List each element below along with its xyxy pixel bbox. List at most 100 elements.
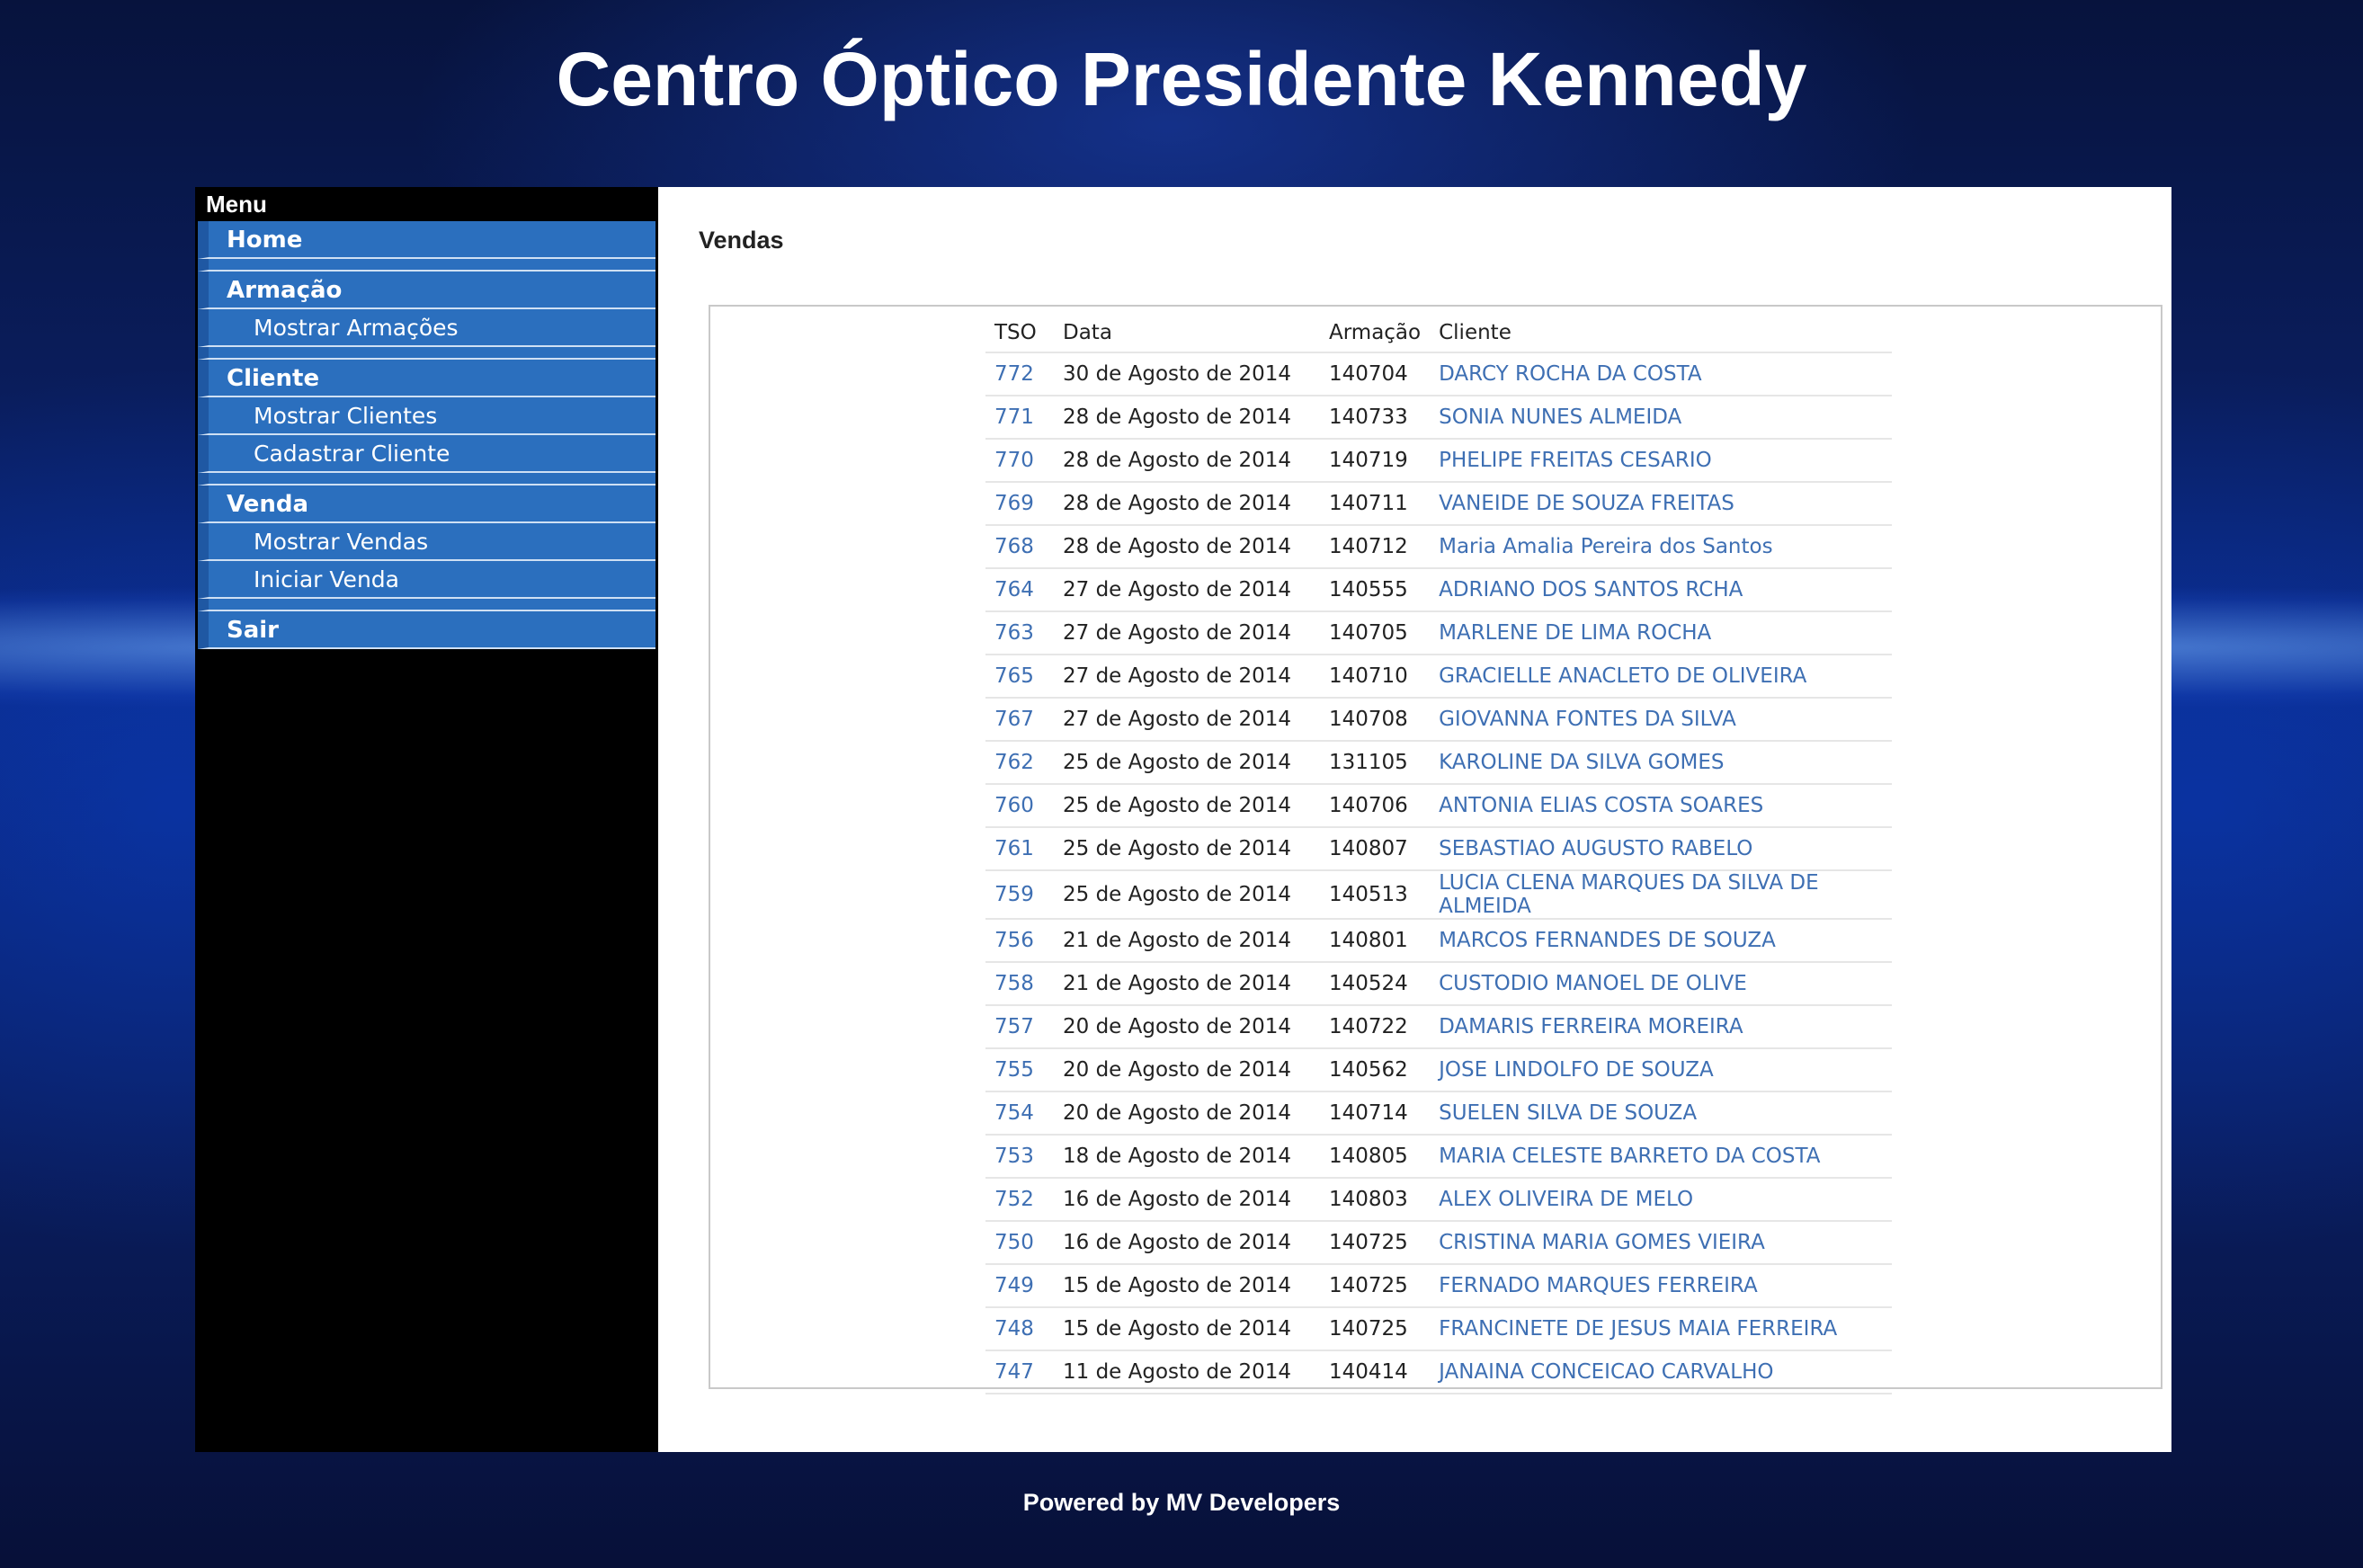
menu-item-iniciar-venda[interactable]: Iniciar Venda [198, 561, 655, 599]
tso-link[interactable]: 764 [994, 578, 1034, 601]
cliente-link[interactable]: MARIA CELESTE BARRETO DA COSTA [1439, 1145, 1820, 1168]
table-row: 764 27 de Agosto de 2014 140555 ADRIANO DOS… [985, 568, 1893, 612]
table-row: 748 15 de Agosto de 2014 140725 FRANCINETE … [985, 1307, 1893, 1351]
tso-link[interactable]: 759 [994, 883, 1034, 906]
tso-link[interactable]: 755 [994, 1058, 1034, 1082]
cell-data: 28 de Agosto de 2014 [1054, 439, 1320, 483]
cell-tso: 760 [985, 784, 1054, 828]
cliente-link[interactable]: MARCOS FERNANDES DE SOUZA [1439, 929, 1776, 952]
tso-link[interactable]: 754 [994, 1101, 1034, 1125]
column-header-armacao: Armação [1320, 314, 1431, 353]
menu-item-cliente[interactable]: Cliente [198, 360, 655, 397]
page-title: Vendas [699, 227, 784, 254]
table-row: 749 15 de Agosto de 2014 140725 FERNADO MAR… [985, 1264, 1893, 1308]
cell-cliente: Maria Amalia Pereira dos Santos [1430, 525, 1893, 569]
cliente-link[interactable]: Maria Amalia Pereira dos Santos [1439, 535, 1772, 558]
cliente-link[interactable]: FRANCINETE DE JESUS MAIA FERREIRA [1439, 1317, 1837, 1341]
tso-link[interactable]: 748 [994, 1317, 1034, 1341]
cell-tso: 750 [985, 1221, 1054, 1265]
cliente-link[interactable]: ALEX OLIVEIRA DE MELO [1439, 1188, 1693, 1211]
tso-link[interactable]: 757 [994, 1015, 1034, 1038]
cliente-link[interactable]: CUSTODIO MANOEL DE OLIVE [1439, 972, 1747, 995]
table-row: 770 28 de Agosto de 2014 140719 PHELIPE FRE… [985, 439, 1893, 483]
cell-cliente: CUSTODIO MANOEL DE OLIVE [1430, 962, 1893, 1006]
cell-data: 18 de Agosto de 2014 [1054, 1135, 1320, 1179]
tso-link[interactable]: 771 [994, 405, 1034, 429]
cell-tso: 767 [985, 698, 1054, 742]
cliente-link[interactable]: GIOVANNA FONTES DA SILVA [1439, 708, 1736, 731]
cliente-link[interactable]: SUELEN SILVA DE SOUZA [1439, 1101, 1697, 1125]
tso-link[interactable]: 758 [994, 972, 1034, 995]
tso-link[interactable]: 765 [994, 664, 1034, 688]
cell-data: 15 de Agosto de 2014 [1054, 1264, 1320, 1308]
tso-link[interactable]: 747 [994, 1360, 1034, 1384]
cell-tso: 759 [985, 870, 1054, 920]
menu-divider [198, 347, 655, 360]
menu-item-home[interactable]: Home [198, 221, 655, 259]
menu-item-armacao[interactable]: Armação [198, 272, 655, 309]
cell-cliente: ALEX OLIVEIRA DE MELO [1430, 1178, 1893, 1222]
cell-tso: 747 [985, 1350, 1054, 1394]
tso-link[interactable]: 762 [994, 751, 1034, 774]
cell-armacao: 140704 [1320, 352, 1431, 396]
menu-item-mostrar-vendas[interactable]: Mostrar Vendas [198, 523, 655, 561]
tso-link[interactable]: 763 [994, 621, 1034, 645]
cell-data: 20 de Agosto de 2014 [1054, 1005, 1320, 1049]
cliente-link[interactable]: DARCY ROCHA DA COSTA [1439, 362, 1702, 386]
cliente-link[interactable]: CRISTINA MARIA GOMES VIEIRA [1439, 1231, 1765, 1254]
tso-link[interactable]: 761 [994, 837, 1034, 860]
cliente-link[interactable]: SONIA NUNES ALMEIDA [1439, 405, 1681, 429]
cell-data: 27 de Agosto de 2014 [1054, 698, 1320, 742]
cliente-link[interactable]: KAROLINE DA SILVA GOMES [1439, 751, 1724, 774]
tso-link[interactable]: 750 [994, 1231, 1034, 1254]
cliente-link[interactable]: ADRIANO DOS SANTOS RCHA [1439, 578, 1743, 601]
cliente-link[interactable]: MARLENE DE LIMA ROCHA [1439, 621, 1711, 645]
cell-cliente: GRACIELLE ANACLETO DE OLIVEIRA [1430, 655, 1893, 699]
cliente-link[interactable]: ANTONIA ELIAS COSTA SOARES [1439, 794, 1763, 817]
cell-cliente: LUCIA CLENA MARQUES DA SILVA DE ALMEIDA [1430, 870, 1893, 920]
cell-armacao: 140803 [1320, 1178, 1431, 1222]
tso-link[interactable]: 760 [994, 794, 1034, 817]
tso-link[interactable]: 770 [994, 449, 1034, 472]
menu-item-sair[interactable]: Sair [198, 611, 655, 649]
cliente-link[interactable]: GRACIELLE ANACLETO DE OLIVEIRA [1439, 664, 1806, 688]
tso-link[interactable]: 756 [994, 929, 1034, 952]
cliente-link[interactable]: SEBASTIAO AUGUSTO RABELO [1439, 837, 1752, 860]
cell-cliente: VANEIDE DE SOUZA FREITAS [1430, 482, 1893, 526]
site-title: Centro Óptico Presidente Kennedy [556, 37, 1807, 121]
cliente-link[interactable]: JANAINA CONCEICAO CARVALHO [1439, 1360, 1773, 1384]
cell-cliente: PHELIPE FREITAS CESARIO [1430, 439, 1893, 483]
tso-link[interactable]: 749 [994, 1274, 1034, 1297]
cell-tso: 757 [985, 1005, 1054, 1049]
cell-armacao: 140708 [1320, 698, 1431, 742]
cell-armacao: 140733 [1320, 396, 1431, 440]
table-row: 747 11 de Agosto de 2014 140414 JANAINA CON… [985, 1350, 1893, 1394]
cell-tso: 752 [985, 1178, 1054, 1222]
cell-data: 21 de Agosto de 2014 [1054, 919, 1320, 963]
tso-link[interactable]: 752 [994, 1188, 1034, 1211]
cell-armacao: 140555 [1320, 568, 1431, 612]
cell-cliente: GIOVANNA FONTES DA SILVA [1430, 698, 1893, 742]
cliente-link[interactable]: PHELIPE FREITAS CESARIO [1439, 449, 1712, 472]
cell-data: 27 de Agosto de 2014 [1054, 611, 1320, 655]
tso-link[interactable]: 753 [994, 1145, 1034, 1168]
cell-cliente: FERNADO MARQUES FERREIRA [1430, 1264, 1893, 1308]
cliente-link[interactable]: FERNADO MARQUES FERREIRA [1439, 1274, 1758, 1297]
cell-armacao: 140524 [1320, 962, 1431, 1006]
menu-item-mostrar-armacoes[interactable]: Mostrar Armações [198, 309, 655, 347]
tso-link[interactable]: 767 [994, 708, 1034, 731]
menu-item-mostrar-clientes[interactable]: Mostrar Clientes [198, 397, 655, 435]
table-row: 767 27 de Agosto de 2014 140708 GIOVANNA FO… [985, 698, 1893, 742]
tso-link[interactable]: 768 [994, 535, 1034, 558]
tso-link[interactable]: 769 [994, 492, 1034, 515]
cliente-link[interactable]: LUCIA CLENA MARQUES DA SILVA DE ALMEIDA [1439, 871, 1819, 918]
menu-item-venda[interactable]: Venda [198, 486, 655, 523]
tso-link[interactable]: 772 [994, 362, 1034, 386]
cliente-link[interactable]: VANEIDE DE SOUZA FREITAS [1439, 492, 1734, 515]
table-row: 755 20 de Agosto de 2014 140562 JOSE LINDOL… [985, 1048, 1893, 1092]
cliente-link[interactable]: JOSE LINDOLFO DE SOUZA [1439, 1058, 1714, 1082]
cell-cliente: JANAINA CONCEICAO CARVALHO [1430, 1350, 1893, 1394]
table-row: 765 27 de Agosto de 2014 140710 GRACIELLE A… [985, 655, 1893, 699]
cliente-link[interactable]: DAMARIS FERREIRA MOREIRA [1439, 1015, 1743, 1038]
menu-item-cadastrar-cliente[interactable]: Cadastrar Cliente [198, 435, 655, 473]
